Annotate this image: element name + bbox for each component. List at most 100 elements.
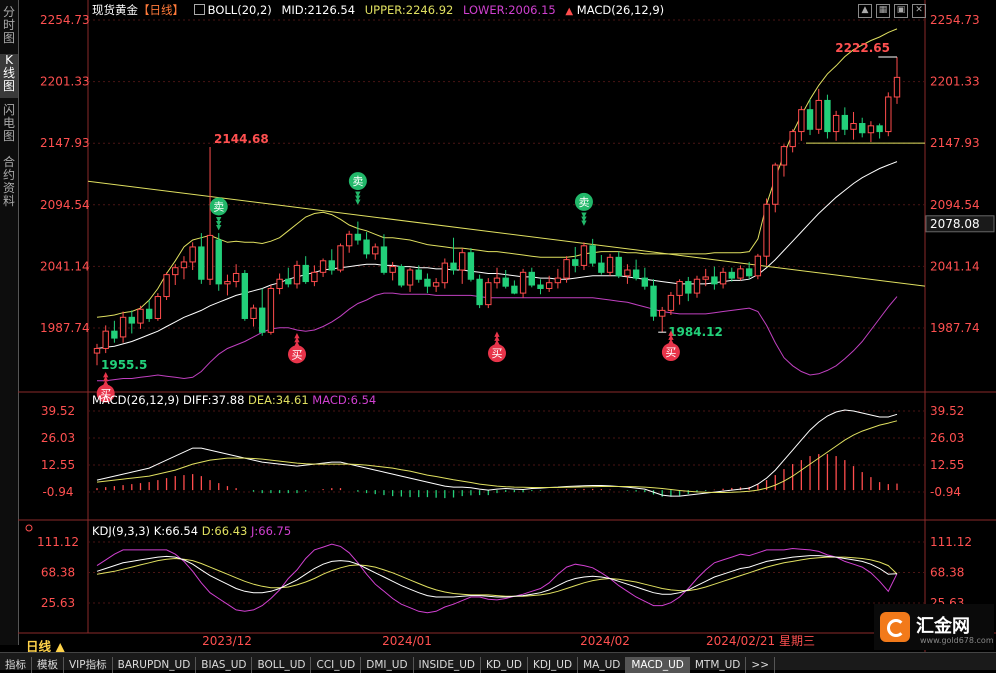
- candle-body: [502, 277, 509, 287]
- macd-diff: DIFF:37.88: [183, 393, 245, 407]
- candle-body: [624, 269, 631, 277]
- kdj-j-line: [96, 543, 898, 614]
- price-tick-right: 2201.33: [930, 75, 980, 89]
- candle-body: [145, 308, 153, 319]
- candle-body: [319, 260, 327, 273]
- candle-body: [450, 262, 457, 271]
- main-legend: 现货黄金【日线】 BOLL(20,2) MID:2126.54 UPPER:22…: [92, 2, 670, 18]
- candle-body: [563, 259, 570, 279]
- candle-body: [415, 269, 422, 280]
- candle-body: [545, 282, 553, 289]
- candle-body: [215, 239, 222, 285]
- grid-icon[interactable]: ▦: [876, 4, 890, 18]
- candle-body: [711, 276, 718, 285]
- candle-body: [276, 278, 283, 289]
- candle-body: [432, 282, 440, 287]
- price-tick-right: 2147.93: [930, 136, 980, 150]
- macd-tick-right: 39.52: [930, 404, 964, 418]
- kline-chart[interactable]: 2254.73 2254.73 2201.33 2201.33 2147.93 2147.…: [18, 0, 996, 652]
- chart-annotations: 2144.682222.651955.51984.12买▲▲▲卖▼▼▼买▲▲▲卖…: [96, 41, 897, 403]
- candle-body: [267, 287, 275, 333]
- indicator-tab-boll-ud[interactable]: BOLL_UD: [252, 657, 312, 673]
- candle-body: [763, 203, 770, 257]
- candle-body: [572, 259, 579, 266]
- toggle-icon[interactable]: [193, 4, 205, 15]
- signal-arrow-icon: ▲: [668, 329, 674, 337]
- macd-tick-left: 39.52: [41, 404, 75, 418]
- candle-body: [702, 276, 709, 280]
- indicator-tab-macd-ud[interactable]: MACD_UD: [626, 657, 690, 673]
- candle-body: [424, 278, 431, 287]
- indicator-tab-bias-ud[interactable]: BIAS_UD: [196, 657, 253, 673]
- kdj-legend: KDJ(9,3,3) K:66.54 D:66.43 J:66.75: [92, 524, 291, 538]
- tab-timeshare[interactable]: 分时图: [0, 6, 18, 46]
- tab-flash-chart[interactable]: 闪电图: [0, 104, 18, 148]
- candle-body: [589, 245, 596, 264]
- macd-panel: [96, 409, 898, 499]
- candle-body: [172, 267, 179, 276]
- price-tick-left: 2094.54: [40, 198, 90, 212]
- tab-contract-info[interactable]: 合约资料: [0, 156, 18, 212]
- candle-body: [128, 316, 135, 324]
- kdj-tick-right: 68.38: [930, 565, 964, 579]
- candle-body: [285, 278, 292, 285]
- indicator-tab-cci-ud[interactable]: CCI_UD: [311, 657, 362, 673]
- candle-body: [363, 239, 370, 255]
- candle-body: [189, 246, 196, 263]
- indicator-tab-inside-ud[interactable]: INSIDE_UD: [414, 657, 481, 673]
- candle-body: [337, 245, 344, 271]
- scroll-up-icon[interactable]: ▲: [858, 4, 872, 18]
- macd-tick-right: 12.55: [930, 458, 964, 472]
- candle-body: [137, 308, 144, 324]
- indicator-tab-kdj-ud[interactable]: KDJ_UD: [528, 657, 579, 673]
- macd-tick-left: 26.03: [41, 431, 75, 445]
- indicator-tab-dmi-ud[interactable]: DMI_UD: [361, 657, 414, 673]
- indicator-tab-vip-[interactable]: VIP指标: [64, 657, 113, 673]
- indicator-tab-ma-ud[interactable]: MA_UD: [578, 657, 627, 673]
- candle-body: [859, 123, 866, 134]
- candle-body: [841, 114, 849, 130]
- layout-icon[interactable]: ▣: [894, 4, 908, 18]
- candle-body: [824, 99, 831, 133]
- indicator-tab--[interactable]: >>: [746, 657, 776, 673]
- candle-body: [293, 264, 301, 285]
- current-price-label: 2078.08: [930, 217, 980, 231]
- candle-body: [867, 125, 875, 134]
- instrument-name: 现货黄金: [92, 3, 138, 17]
- candle-body: [850, 123, 857, 130]
- buy-signal-label: 买: [292, 348, 303, 361]
- left-sidebar: 分时图 K线图 闪电图 合约资料: [0, 0, 19, 645]
- kdj-k-line: [96, 555, 898, 598]
- kdj-d: D:66.43: [201, 524, 248, 538]
- macd-diff-line: [96, 409, 898, 497]
- candle-body: [893, 76, 901, 98]
- indicator-tab-barupdn-ud[interactable]: BARUPDN_UD: [113, 657, 197, 673]
- boll-label: BOLL(20,2): [207, 3, 272, 17]
- signal-arrow-icon: ▲: [294, 331, 300, 339]
- candle-body: [693, 278, 701, 294]
- chart-grid: [18, 0, 996, 652]
- arrow-up-icon: ▲: [565, 6, 574, 17]
- candle-body: [224, 281, 231, 285]
- candle-body: [328, 260, 335, 271]
- candle-body: [311, 271, 318, 283]
- boll-lower: LOWER:2006.15: [463, 3, 556, 17]
- tab-kline[interactable]: K线图: [0, 54, 18, 98]
- signal-arrow-icon: ▼: [355, 198, 361, 206]
- indicator-tab--[interactable]: 模板: [32, 657, 64, 673]
- candle-body: [632, 269, 640, 279]
- candle-body: [606, 256, 614, 273]
- macd-value: MACD:6.54: [312, 393, 377, 407]
- indicator-tab--[interactable]: 指标: [0, 657, 32, 673]
- candle-body: [241, 272, 249, 319]
- indicator-tab-mtm-ud[interactable]: MTM_UD: [690, 657, 747, 673]
- indicator-tab-kd-ud[interactable]: KD_UD: [481, 657, 528, 673]
- macd-main-label: MACD(26,12,9): [576, 3, 665, 17]
- kdj-k: K:66.54: [153, 524, 199, 538]
- candle-body: [528, 271, 535, 286]
- sell-signal-label: 卖: [352, 175, 363, 188]
- close-icon[interactable]: ✕: [912, 4, 926, 18]
- signal-arrow-icon: ▲: [494, 330, 500, 338]
- macd-tick-right: 26.03: [930, 431, 964, 445]
- logo-name: 汇金网: [916, 616, 970, 637]
